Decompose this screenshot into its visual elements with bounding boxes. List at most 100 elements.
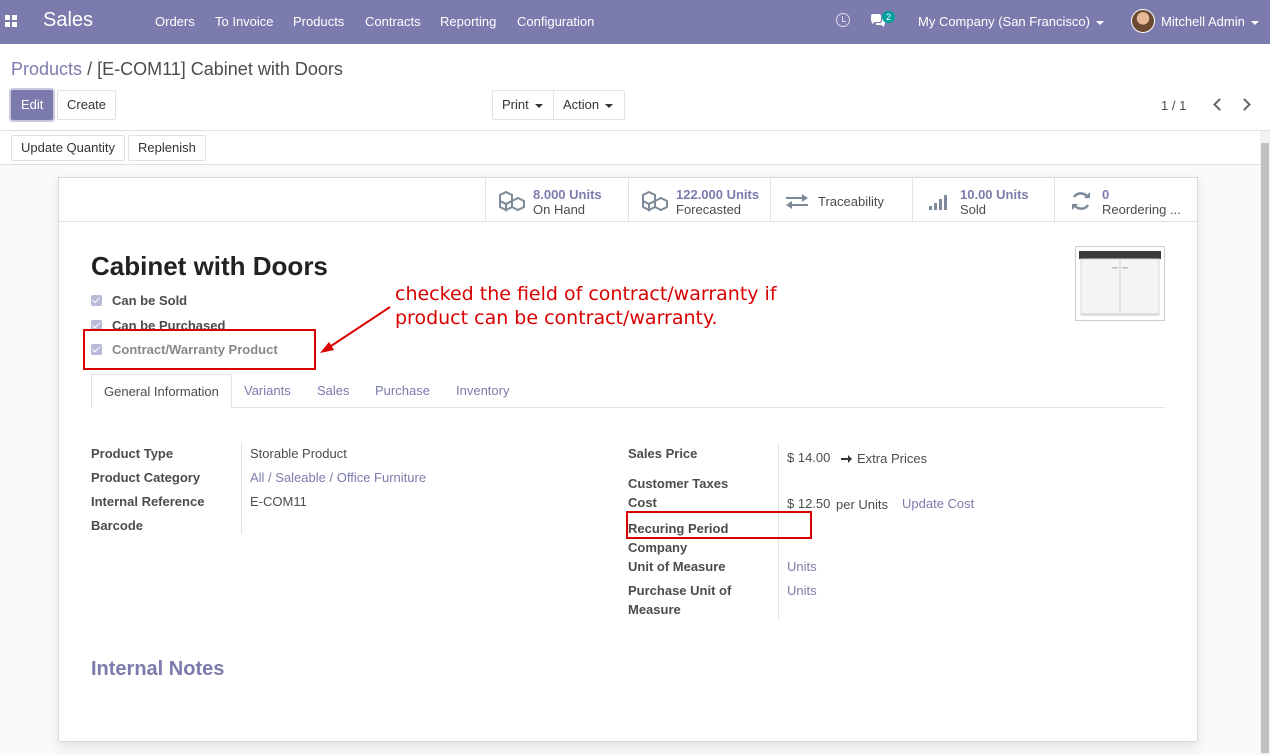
unit-of-measure-link[interactable]: Units: [787, 559, 817, 574]
on-hand-value: 8.000 Units: [533, 187, 602, 202]
user-avatar[interactable]: [1131, 9, 1155, 33]
can-be-sold-label: Can be Sold: [112, 293, 188, 308]
caret-down-icon: [1095, 20, 1104, 25]
replenish-button[interactable]: Replenish: [128, 135, 206, 161]
breadcrumb-separator: /: [87, 59, 93, 79]
internal-notes-title: Internal Notes: [91, 658, 225, 680]
breadcrumb-products[interactable]: Products: [11, 59, 82, 79]
arrow-right-icon: [841, 455, 852, 463]
edit-button[interactable]: Edit: [11, 90, 54, 120]
notebook-tabs: General Information Variants Sales Purch…: [91, 374, 1165, 408]
annotation-text: checked the field of contract/warranty i…: [395, 283, 777, 329]
reordering-label: Reordering ...: [1102, 202, 1181, 217]
menu-products[interactable]: Products: [293, 14, 344, 29]
internal-reference-label: Internal Reference: [91, 494, 205, 509]
customer-taxes-label: Customer Taxes: [628, 476, 729, 491]
caret-down-icon: [1250, 20, 1259, 25]
tab-general-information[interactable]: General Information: [91, 374, 232, 408]
reordering-value: 0: [1102, 187, 1110, 202]
refresh-icon: [1072, 192, 1090, 210]
user-menu[interactable]: Mitchell Admin: [1161, 14, 1259, 29]
product-image[interactable]: [1075, 246, 1165, 321]
create-button[interactable]: Create: [57, 90, 117, 120]
smart-button-on-hand[interactable]: 8.000 Units On Hand: [485, 178, 628, 222]
traceability-label: Traceability: [818, 194, 884, 209]
caret-down-icon: [534, 103, 543, 108]
purchase-uom-label-line2: Measure: [628, 602, 681, 617]
internal-reference-value[interactable]: E-COM11: [250, 494, 307, 509]
chat-badge: 2: [882, 11, 896, 23]
menu-orders[interactable]: Orders: [155, 14, 195, 29]
annotation-highlight-recurring: [626, 511, 812, 539]
caret-down-icon: [605, 103, 614, 108]
on-hand-label: On Hand: [533, 202, 586, 217]
tab-inventory[interactable]: Inventory: [444, 374, 521, 408]
action-dropdown[interactable]: Action: [553, 90, 625, 120]
scrollbar[interactable]: [1260, 131, 1270, 755]
company-switcher[interactable]: My Company (San Francisco): [918, 14, 1104, 29]
update-quantity-button[interactable]: Update Quantity: [11, 135, 125, 161]
menu-configuration[interactable]: Configuration: [517, 14, 594, 29]
cost-unit: per Units: [836, 497, 889, 512]
update-cost-link[interactable]: Update Cost: [902, 496, 974, 511]
can-be-sold-field[interactable]: Can be Sold: [91, 293, 187, 308]
form-sheet: 8.000 Units On Hand 122.000 Units Foreca…: [58, 177, 1198, 742]
pager-next-icon[interactable]: [1240, 98, 1250, 110]
sold-value: 10.00 Units: [960, 187, 1029, 202]
breadcrumb: Products / [E-COM11] Cabinet with Doors: [11, 59, 343, 80]
cubes-icon: [499, 190, 525, 212]
pager-previous-icon[interactable]: [1212, 98, 1222, 110]
product-type-label: Product Type: [91, 446, 174, 461]
cost-label: Cost: [628, 495, 657, 510]
purchase-uom-link[interactable]: Units: [787, 583, 817, 598]
sold-label: Sold: [960, 202, 987, 217]
control-panel: Products / [E-COM11] Cabinet with Doors …: [0, 44, 1270, 131]
sales-price-value[interactable]: $ 14.00: [787, 450, 830, 465]
product-name: Cabinet with Doors: [91, 251, 328, 281]
barcode-label: Barcode: [91, 518, 144, 533]
can-be-sold-checkbox[interactable]: [91, 295, 102, 306]
pager-value[interactable]: 1 / 1: [1161, 98, 1186, 113]
smart-button-sold[interactable]: 10.00 Units Sold: [912, 178, 1055, 222]
signal-icon: [929, 195, 947, 210]
tab-variants[interactable]: Variants: [232, 374, 303, 408]
cabinet-image: [1079, 251, 1161, 316]
product-category-link[interactable]: All / Saleable / Office Furniture: [250, 470, 426, 485]
tab-sales[interactable]: Sales: [305, 374, 362, 408]
apps-menu-icon[interactable]: [5, 15, 19, 29]
smart-button-reordering[interactable]: 0 Reordering ...: [1054, 178, 1197, 222]
sales-price-label: Sales Price: [628, 446, 698, 461]
user-name: Mitchell Admin: [1161, 14, 1245, 29]
smart-button-traceability[interactable]: Traceability: [770, 178, 913, 222]
action-label: Action: [563, 97, 600, 112]
app-name[interactable]: Sales: [43, 9, 93, 32]
exchange-icon: [786, 194, 808, 209]
activity-clock-icon[interactable]: [836, 13, 850, 27]
breadcrumb-current: [E-COM11] Cabinet with Doors: [97, 59, 343, 79]
left-group-divider: [241, 443, 242, 534]
menu-to-invoice[interactable]: To Invoice: [215, 14, 274, 29]
top-navbar: Sales Orders To Invoice Products Contrac…: [0, 0, 1270, 44]
company-label: Company: [628, 540, 688, 555]
cubes-icon: [642, 190, 668, 212]
smart-buttons: 8.000 Units On Hand 122.000 Units Foreca…: [59, 178, 1197, 222]
annotation-highlight-contract: [83, 329, 316, 370]
company-name: My Company (San Francisco): [918, 14, 1090, 29]
print-label: Print: [502, 97, 529, 112]
scrollbar-thumb[interactable]: [1261, 143, 1269, 753]
extra-prices-label: Extra Prices: [857, 451, 928, 466]
extra-prices-button[interactable]: Extra Prices: [841, 451, 927, 466]
unit-of-measure-label: Unit of Measure: [628, 559, 726, 574]
menu-contracts[interactable]: Contracts: [365, 14, 421, 29]
smart-button-forecasted[interactable]: 122.000 Units Forecasted: [628, 178, 771, 222]
forecasted-value: 122.000 Units: [676, 187, 760, 202]
annotation-arrow-icon: [320, 306, 391, 353]
product-type-value[interactable]: Storable Product: [250, 446, 347, 461]
form-statusbar: Update Quantity Replenish: [0, 131, 1260, 165]
tab-purchase[interactable]: Purchase: [363, 374, 442, 408]
cost-value[interactable]: $ 12.50: [787, 496, 830, 511]
forecasted-label: Forecasted: [676, 202, 742, 217]
product-category-label: Product Category: [91, 470, 201, 485]
print-dropdown[interactable]: Print: [492, 90, 554, 120]
menu-reporting[interactable]: Reporting: [440, 14, 496, 29]
